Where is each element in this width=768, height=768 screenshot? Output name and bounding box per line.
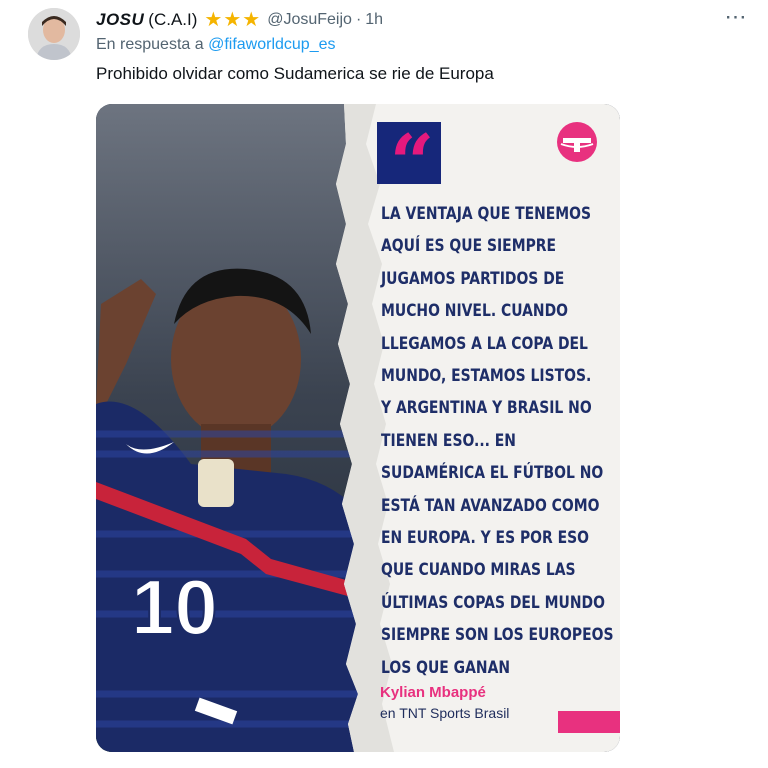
- quote-line: TIENEN ESO... EN: [381, 430, 516, 451]
- quote-line: SIEMPRE SON LOS EUROPEOS: [381, 625, 614, 646]
- tnt-sports-logo-icon: [557, 122, 597, 162]
- quote-mark-box: “: [377, 118, 441, 209]
- timestamp[interactable]: 1h: [365, 11, 383, 29]
- reply-target-link[interactable]: @fifaworldcup_es: [208, 36, 335, 53]
- quote-line: LOS QUE GANAN: [381, 657, 511, 678]
- separator-dot: ·: [355, 11, 362, 28]
- star-icon: ★: [223, 9, 242, 31]
- star-icon: ★: [242, 9, 261, 31]
- quote-line: QUE CUANDO MIRAS LAS: [381, 560, 576, 581]
- quote-line: AQUÍ ES QUE SIEMPRE: [381, 236, 557, 257]
- reply-context: En respuesta a @fifaworldcup_es: [96, 36, 336, 54]
- quote-line: JUGAMOS PARTIDOS DE: [381, 268, 565, 289]
- quote-line: MUCHO NIVEL. CUANDO: [381, 301, 568, 322]
- author-name-suffix[interactable]: (C.A.I): [148, 10, 197, 30]
- tweet[interactable]: JOSU (C.A.I) ★ ★ ★ @JosuFeijo · 1h ⋯ En …: [0, 0, 768, 768]
- tweet-header: JOSU (C.A.I) ★ ★ ★ @JosuFeijo · 1h: [96, 8, 383, 32]
- star-icon: ★: [204, 9, 223, 31]
- quote-speaker: Kylian Mbappé: [380, 684, 486, 701]
- star-badges: ★ ★ ★: [204, 10, 260, 30]
- reply-prefix: En respuesta a: [96, 36, 204, 53]
- quote-mark-icon: “: [389, 118, 435, 209]
- quote-text: LA VENTAJA QUE TENEMOS AQUÍ ES QUE SIEMP…: [381, 198, 619, 684]
- quote-line: ESTÁ TAN AVANZADO COMO: [381, 495, 600, 516]
- author-handle[interactable]: @JosuFeijo: [267, 11, 352, 29]
- quote-line: Y ARGENTINA Y BRASIL NO: [381, 398, 592, 419]
- jersey-number: 10: [131, 563, 218, 651]
- quote-line: LLEGAMOS A LA COPA DEL: [381, 333, 588, 354]
- avatar[interactable]: [28, 8, 80, 60]
- author-name[interactable]: JOSU: [96, 10, 144, 30]
- tweet-text: Prohibido olvidar como Sudamerica se rie…: [96, 64, 494, 83]
- quote-line: MUNDO, ESTAMOS LISTOS.: [381, 366, 592, 387]
- quote-source: en TNT Sports Brasil: [380, 705, 510, 721]
- quote-line: LA VENTAJA QUE TENEMOS: [381, 204, 592, 224]
- quote-line: SUDAMÉRICA EL FÚTBOL NO: [381, 463, 604, 484]
- quote-line: ÚLTIMAS COPAS DEL MUNDO: [381, 592, 605, 613]
- tweet-media-image[interactable]: 10 “ LA VENTAJA QUE TENEMOS AQUÍ ES QUE …: [96, 104, 620, 752]
- decorative-pink-bar: [558, 711, 620, 733]
- quote-line: EN EUROPA. Y ES POR ESO: [381, 528, 590, 549]
- more-options-icon[interactable]: ⋯: [722, 6, 750, 32]
- avatar-image: [28, 8, 80, 60]
